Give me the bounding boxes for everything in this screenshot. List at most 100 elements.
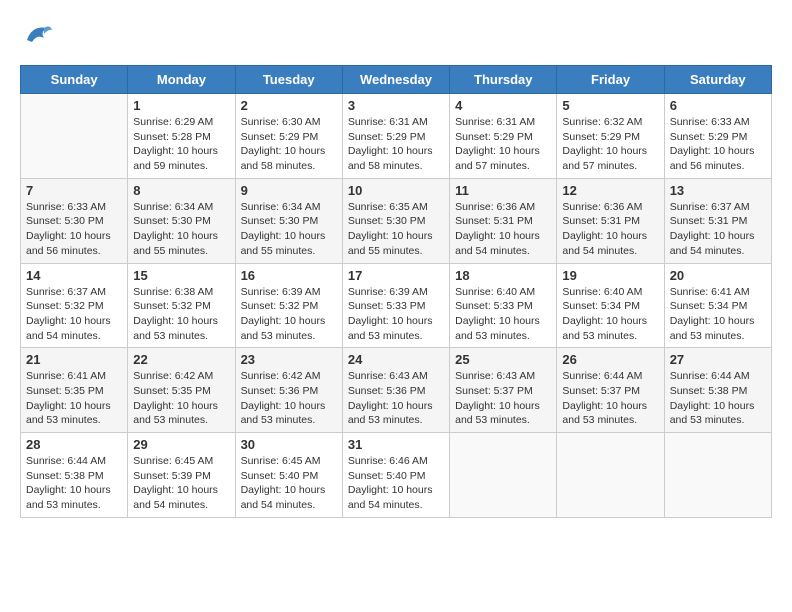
- calendar-cell: 28 Sunrise: 6:44 AM Sunset: 5:38 PM Dayli…: [21, 433, 128, 518]
- day-number: 27: [670, 352, 766, 367]
- day-info: Sunrise: 6:35 AM Sunset: 5:30 PM Dayligh…: [348, 200, 444, 259]
- day-info: Sunrise: 6:41 AM Sunset: 5:34 PM Dayligh…: [670, 285, 766, 344]
- calendar-cell: 26 Sunrise: 6:44 AM Sunset: 5:37 PM Dayli…: [557, 348, 664, 433]
- day-info: Sunrise: 6:42 AM Sunset: 5:35 PM Dayligh…: [133, 369, 229, 428]
- day-number: 6: [670, 98, 766, 113]
- calendar-cell: 24 Sunrise: 6:43 AM Sunset: 5:36 PM Dayli…: [342, 348, 449, 433]
- day-number: 29: [133, 437, 229, 452]
- calendar-cell: 2Sunrise: 6:30 AM Sunset: 5:29 PM Daylig…: [235, 94, 342, 179]
- calendar-cell: 13 Sunrise: 6:37 AM Sunset: 5:31 PM Dayli…: [664, 178, 771, 263]
- day-info: Sunrise: 6:31 AM Sunset: 5:29 PM Dayligh…: [455, 115, 551, 174]
- calendar-cell: [450, 433, 557, 518]
- day-number: 31: [348, 437, 444, 452]
- calendar-cell: 15 Sunrise: 6:38 AM Sunset: 5:32 PM Dayli…: [128, 263, 235, 348]
- day-number: 14: [26, 268, 122, 283]
- day-number: 5: [562, 98, 658, 113]
- day-info: Sunrise: 6:43 AM Sunset: 5:37 PM Dayligh…: [455, 369, 551, 428]
- day-number: 19: [562, 268, 658, 283]
- day-info: Sunrise: 6:34 AM Sunset: 5:30 PM Dayligh…: [133, 200, 229, 259]
- logo: [20, 20, 52, 55]
- weekday-header-sunday: Sunday: [21, 66, 128, 94]
- day-info: Sunrise: 6:40 AM Sunset: 5:34 PM Dayligh…: [562, 285, 658, 344]
- logo-text: [20, 20, 52, 55]
- day-number: 28: [26, 437, 122, 452]
- calendar-header: SundayMondayTuesdayWednesdayThursdayFrid…: [21, 66, 772, 94]
- calendar-cell: 18 Sunrise: 6:40 AM Sunset: 5:33 PM Dayli…: [450, 263, 557, 348]
- day-info: Sunrise: 6:44 AM Sunset: 5:37 PM Dayligh…: [562, 369, 658, 428]
- day-info: Sunrise: 6:45 AM Sunset: 5:40 PM Dayligh…: [241, 454, 337, 513]
- calendar-cell: 16 Sunrise: 6:39 AM Sunset: 5:32 PM Dayli…: [235, 263, 342, 348]
- weekday-header-thursday: Thursday: [450, 66, 557, 94]
- day-number: 22: [133, 352, 229, 367]
- day-number: 18: [455, 268, 551, 283]
- calendar-cell: 11Sunrise: 6:36 AM Sunset: 5:31 PM Dayli…: [450, 178, 557, 263]
- day-number: 21: [26, 352, 122, 367]
- day-info: Sunrise: 6:36 AM Sunset: 5:31 PM Dayligh…: [562, 200, 658, 259]
- calendar-cell: 10 Sunrise: 6:35 AM Sunset: 5:30 PM Dayli…: [342, 178, 449, 263]
- calendar-cell: 21Sunrise: 6:41 AM Sunset: 5:35 PM Dayli…: [21, 348, 128, 433]
- day-number: 10: [348, 183, 444, 198]
- weekday-header-monday: Monday: [128, 66, 235, 94]
- day-info: Sunrise: 6:34 AM Sunset: 5:30 PM Dayligh…: [241, 200, 337, 259]
- day-number: 16: [241, 268, 337, 283]
- day-number: 3: [348, 98, 444, 113]
- calendar-cell: 29 Sunrise: 6:45 AM Sunset: 5:39 PM Dayli…: [128, 433, 235, 518]
- day-number: 13: [670, 183, 766, 198]
- day-number: 4: [455, 98, 551, 113]
- calendar-cell: 5 Sunrise: 6:32 AM Sunset: 5:29 PM Daylig…: [557, 94, 664, 179]
- day-number: 25: [455, 352, 551, 367]
- day-number: 2: [241, 98, 337, 113]
- day-info: Sunrise: 6:38 AM Sunset: 5:32 PM Dayligh…: [133, 285, 229, 344]
- day-number: 8: [133, 183, 229, 198]
- day-info: Sunrise: 6:33 AM Sunset: 5:30 PM Dayligh…: [26, 200, 122, 259]
- calendar-cell: 19 Sunrise: 6:40 AM Sunset: 5:34 PM Dayli…: [557, 263, 664, 348]
- calendar-cell: 23 Sunrise: 6:42 AM Sunset: 5:36 PM Dayli…: [235, 348, 342, 433]
- day-info: Sunrise: 6:39 AM Sunset: 5:32 PM Dayligh…: [241, 285, 337, 344]
- day-number: 30: [241, 437, 337, 452]
- day-info: Sunrise: 6:29 AM Sunset: 5:28 PM Dayligh…: [133, 115, 229, 174]
- day-info: Sunrise: 6:39 AM Sunset: 5:33 PM Dayligh…: [348, 285, 444, 344]
- day-number: 26: [562, 352, 658, 367]
- day-info: Sunrise: 6:45 AM Sunset: 5:39 PM Dayligh…: [133, 454, 229, 513]
- day-info: Sunrise: 6:37 AM Sunset: 5:32 PM Dayligh…: [26, 285, 122, 344]
- day-info: Sunrise: 6:40 AM Sunset: 5:33 PM Dayligh…: [455, 285, 551, 344]
- calendar-cell: 17 Sunrise: 6:39 AM Sunset: 5:33 PM Dayli…: [342, 263, 449, 348]
- day-info: Sunrise: 6:42 AM Sunset: 5:36 PM Dayligh…: [241, 369, 337, 428]
- day-info: Sunrise: 6:36 AM Sunset: 5:31 PM Dayligh…: [455, 200, 551, 259]
- calendar-cell: [664, 433, 771, 518]
- calendar-cell: 4 Sunrise: 6:31 AM Sunset: 5:29 PM Daylig…: [450, 94, 557, 179]
- calendar-cell: 6Sunrise: 6:33 AM Sunset: 5:29 PM Daylig…: [664, 94, 771, 179]
- day-number: 20: [670, 268, 766, 283]
- calendar-cell: 1Sunrise: 6:29 AM Sunset: 5:28 PM Daylig…: [128, 94, 235, 179]
- calendar-cell: 27 Sunrise: 6:44 AM Sunset: 5:38 PM Dayli…: [664, 348, 771, 433]
- day-number: 7: [26, 183, 122, 198]
- page-header: [20, 20, 772, 55]
- day-info: Sunrise: 6:31 AM Sunset: 5:29 PM Dayligh…: [348, 115, 444, 174]
- day-number: 17: [348, 268, 444, 283]
- calendar-cell: 31Sunrise: 6:46 AM Sunset: 5:40 PM Dayli…: [342, 433, 449, 518]
- calendar-cell: 22 Sunrise: 6:42 AM Sunset: 5:35 PM Dayli…: [128, 348, 235, 433]
- day-number: 15: [133, 268, 229, 283]
- day-info: Sunrise: 6:43 AM Sunset: 5:36 PM Dayligh…: [348, 369, 444, 428]
- calendar-cell: 9 Sunrise: 6:34 AM Sunset: 5:30 PM Daylig…: [235, 178, 342, 263]
- calendar-cell: 30 Sunrise: 6:45 AM Sunset: 5:40 PM Dayli…: [235, 433, 342, 518]
- day-number: 9: [241, 183, 337, 198]
- calendar-week-5: 28 Sunrise: 6:44 AM Sunset: 5:38 PM Dayli…: [21, 433, 772, 518]
- day-info: Sunrise: 6:32 AM Sunset: 5:29 PM Dayligh…: [562, 115, 658, 174]
- calendar-week-3: 14 Sunrise: 6:37 AM Sunset: 5:32 PM Dayli…: [21, 263, 772, 348]
- day-info: Sunrise: 6:37 AM Sunset: 5:31 PM Dayligh…: [670, 200, 766, 259]
- calendar-cell: 8 Sunrise: 6:34 AM Sunset: 5:30 PM Daylig…: [128, 178, 235, 263]
- day-info: Sunrise: 6:44 AM Sunset: 5:38 PM Dayligh…: [26, 454, 122, 513]
- calendar-body: 1Sunrise: 6:29 AM Sunset: 5:28 PM Daylig…: [21, 94, 772, 518]
- calendar-table: SundayMondayTuesdayWednesdayThursdayFrid…: [20, 65, 772, 518]
- calendar-cell: 14 Sunrise: 6:37 AM Sunset: 5:32 PM Dayli…: [21, 263, 128, 348]
- day-info: Sunrise: 6:44 AM Sunset: 5:38 PM Dayligh…: [670, 369, 766, 428]
- calendar-cell: 7 Sunrise: 6:33 AM Sunset: 5:30 PM Daylig…: [21, 178, 128, 263]
- day-number: 24: [348, 352, 444, 367]
- day-number: 23: [241, 352, 337, 367]
- weekday-header-row: SundayMondayTuesdayWednesdayThursdayFrid…: [21, 66, 772, 94]
- weekday-header-wednesday: Wednesday: [342, 66, 449, 94]
- calendar-cell: [557, 433, 664, 518]
- day-number: 12: [562, 183, 658, 198]
- calendar-cell: 12 Sunrise: 6:36 AM Sunset: 5:31 PM Dayli…: [557, 178, 664, 263]
